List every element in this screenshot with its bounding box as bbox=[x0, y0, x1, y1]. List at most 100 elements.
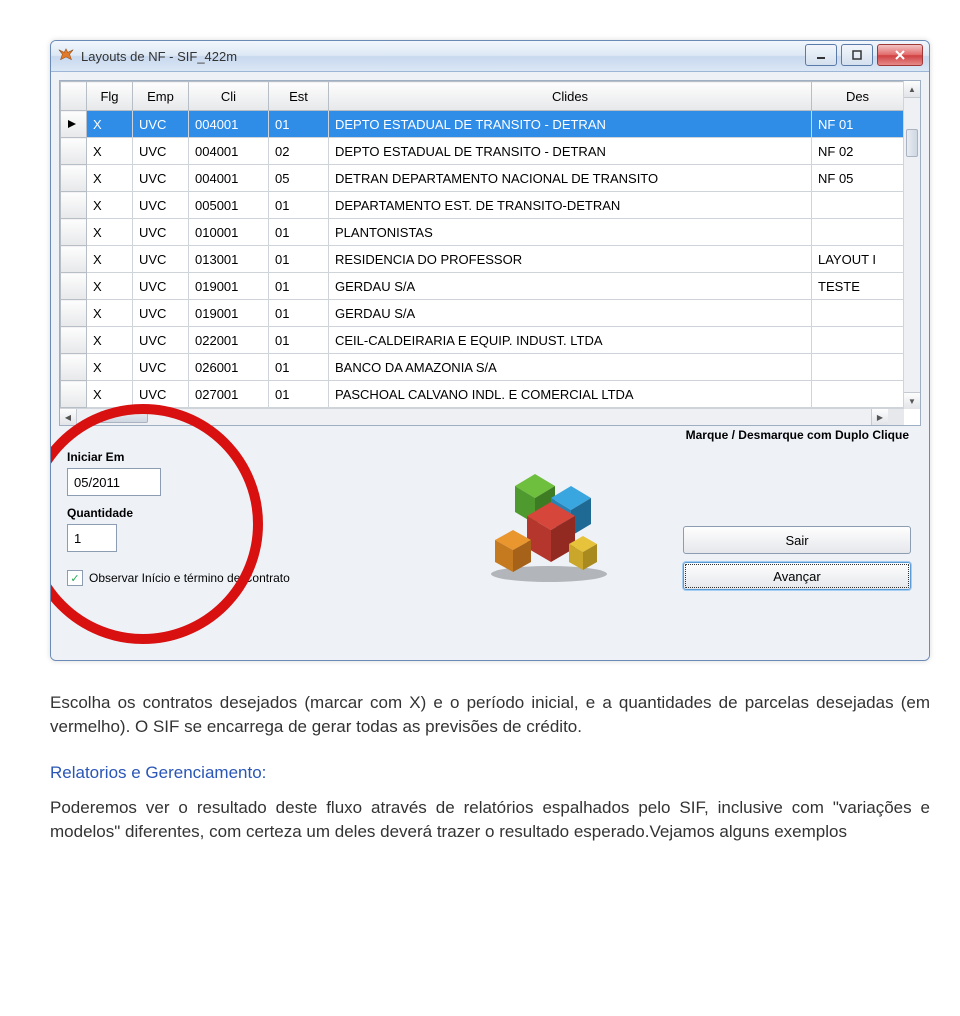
cell-est[interactable]: 01 bbox=[269, 273, 329, 300]
cell-est[interactable]: 05 bbox=[269, 165, 329, 192]
cell-clides[interactable]: DEPTO ESTADUAL DE TRANSITO - DETRAN bbox=[329, 138, 812, 165]
close-button[interactable] bbox=[877, 44, 923, 66]
col-est[interactable]: Est bbox=[269, 82, 329, 111]
vscroll-thumb[interactable] bbox=[906, 129, 918, 157]
col-clides[interactable]: Clides bbox=[329, 82, 812, 111]
cell-des[interactable] bbox=[812, 192, 904, 219]
cell-emp[interactable]: UVC bbox=[133, 354, 189, 381]
cell-clides[interactable]: DEPTO ESTADUAL DE TRANSITO - DETRAN bbox=[329, 111, 812, 138]
scroll-down-button[interactable]: ▼ bbox=[904, 392, 920, 409]
col-emp[interactable]: Emp bbox=[133, 82, 189, 111]
cell-flg[interactable]: X bbox=[87, 138, 133, 165]
cell-clides[interactable]: PLANTONISTAS bbox=[329, 219, 812, 246]
col-cli[interactable]: Cli bbox=[189, 82, 269, 111]
maximize-button[interactable] bbox=[841, 44, 873, 66]
cell-flg[interactable]: X bbox=[87, 381, 133, 408]
quantidade-field[interactable]: 1 bbox=[67, 524, 117, 552]
cell-flg[interactable]: X bbox=[87, 246, 133, 273]
row-header[interactable] bbox=[61, 354, 87, 381]
cell-flg[interactable]: X bbox=[87, 273, 133, 300]
cell-cli[interactable]: 013001 bbox=[189, 246, 269, 273]
cell-est[interactable]: 01 bbox=[269, 327, 329, 354]
cell-clides[interactable]: RESIDENCIA DO PROFESSOR bbox=[329, 246, 812, 273]
cell-cli[interactable]: 004001 bbox=[189, 138, 269, 165]
cell-des[interactable] bbox=[812, 381, 904, 408]
observar-checkbox[interactable]: ✓ bbox=[67, 570, 83, 586]
cell-flg[interactable]: X bbox=[87, 300, 133, 327]
avancar-button[interactable]: Avançar bbox=[683, 562, 911, 590]
cell-emp[interactable]: UVC bbox=[133, 111, 189, 138]
cell-cli[interactable]: 005001 bbox=[189, 192, 269, 219]
cell-emp[interactable]: UVC bbox=[133, 192, 189, 219]
cell-est[interactable]: 01 bbox=[269, 219, 329, 246]
sair-button[interactable]: Sair bbox=[683, 526, 911, 554]
cell-cli[interactable]: 019001 bbox=[189, 273, 269, 300]
table-row[interactable]: XUVC02600101BANCO DA AMAZONIA S/A bbox=[61, 354, 904, 381]
cell-des[interactable] bbox=[812, 327, 904, 354]
iniciar-em-field[interactable]: 05/2011 bbox=[67, 468, 161, 496]
cell-des[interactable] bbox=[812, 354, 904, 381]
cell-clides[interactable]: GERDAU S/A bbox=[329, 300, 812, 327]
row-header[interactable] bbox=[61, 111, 87, 138]
cell-cli[interactable]: 022001 bbox=[189, 327, 269, 354]
cell-clides[interactable]: DETRAN DEPARTAMENTO NACIONAL DE TRANSITO bbox=[329, 165, 812, 192]
cell-est[interactable]: 01 bbox=[269, 246, 329, 273]
minimize-button[interactable] bbox=[805, 44, 837, 66]
titlebar[interactable]: Layouts de NF - SIF_422m bbox=[51, 41, 929, 72]
table-row[interactable]: XUVC02700101PASCHOAL CALVANO INDL. E COM… bbox=[61, 381, 904, 408]
row-header[interactable] bbox=[61, 192, 87, 219]
cell-emp[interactable]: UVC bbox=[133, 273, 189, 300]
cell-est[interactable]: 01 bbox=[269, 300, 329, 327]
cell-des[interactable]: NF 01 bbox=[812, 111, 904, 138]
cell-des[interactable] bbox=[812, 219, 904, 246]
row-header[interactable] bbox=[61, 327, 87, 354]
vertical-scrollbar[interactable]: ▲ ▼ bbox=[903, 81, 920, 409]
cell-cli[interactable]: 004001 bbox=[189, 165, 269, 192]
row-header[interactable] bbox=[61, 138, 87, 165]
cell-des[interactable]: NF 05 bbox=[812, 165, 904, 192]
cell-emp[interactable]: UVC bbox=[133, 327, 189, 354]
cell-flg[interactable]: X bbox=[87, 111, 133, 138]
cell-emp[interactable]: UVC bbox=[133, 219, 189, 246]
cell-clides[interactable]: BANCO DA AMAZONIA S/A bbox=[329, 354, 812, 381]
cell-des[interactable]: TESTE bbox=[812, 273, 904, 300]
row-header[interactable] bbox=[61, 381, 87, 408]
row-header[interactable] bbox=[61, 273, 87, 300]
cell-clides[interactable]: CEIL-CALDEIRARIA E EQUIP. INDUST. LTDA bbox=[329, 327, 812, 354]
cell-flg[interactable]: X bbox=[87, 219, 133, 246]
cell-clides[interactable]: DEPARTAMENTO EST. DE TRANSITO-DETRAN bbox=[329, 192, 812, 219]
cell-emp[interactable]: UVC bbox=[133, 381, 189, 408]
table-row[interactable]: XUVC01000101PLANTONISTAS bbox=[61, 219, 904, 246]
cell-clides[interactable]: PASCHOAL CALVANO INDL. E COMERCIAL LTDA bbox=[329, 381, 812, 408]
hscroll-thumb[interactable] bbox=[100, 411, 148, 423]
col-des[interactable]: Des bbox=[812, 82, 904, 111]
cell-est[interactable]: 01 bbox=[269, 192, 329, 219]
cell-est[interactable]: 01 bbox=[269, 381, 329, 408]
scroll-up-button[interactable]: ▲ bbox=[904, 81, 920, 98]
horizontal-scrollbar[interactable]: ◀ ▶ bbox=[60, 408, 904, 425]
row-header[interactable] bbox=[61, 246, 87, 273]
cell-clides[interactable]: GERDAU S/A bbox=[329, 273, 812, 300]
table-row[interactable]: XUVC01300101RESIDENCIA DO PROFESSORLAYOU… bbox=[61, 246, 904, 273]
table-row[interactable]: XUVC00400105DETRAN DEPARTAMENTO NACIONAL… bbox=[61, 165, 904, 192]
cell-emp[interactable]: UVC bbox=[133, 138, 189, 165]
cell-flg[interactable]: X bbox=[87, 354, 133, 381]
cell-des[interactable]: LAYOUT I bbox=[812, 246, 904, 273]
scroll-left-button[interactable]: ◀ bbox=[60, 409, 77, 425]
cell-cli[interactable]: 010001 bbox=[189, 219, 269, 246]
row-header[interactable] bbox=[61, 165, 87, 192]
data-grid[interactable]: Flg Emp Cli Est Clides Des XUVC00400101D… bbox=[59, 80, 921, 426]
cell-cli[interactable]: 004001 bbox=[189, 111, 269, 138]
cell-cli[interactable]: 026001 bbox=[189, 354, 269, 381]
cell-flg[interactable]: X bbox=[87, 327, 133, 354]
table-row[interactable]: XUVC00400101DEPTO ESTADUAL DE TRANSITO -… bbox=[61, 111, 904, 138]
cell-est[interactable]: 01 bbox=[269, 354, 329, 381]
cell-flg[interactable]: X bbox=[87, 165, 133, 192]
cell-cli[interactable]: 027001 bbox=[189, 381, 269, 408]
cell-flg[interactable]: X bbox=[87, 192, 133, 219]
row-header[interactable] bbox=[61, 219, 87, 246]
cell-emp[interactable]: UVC bbox=[133, 246, 189, 273]
cell-emp[interactable]: UVC bbox=[133, 165, 189, 192]
cell-emp[interactable]: UVC bbox=[133, 300, 189, 327]
table-row[interactable]: XUVC02200101CEIL-CALDEIRARIA E EQUIP. IN… bbox=[61, 327, 904, 354]
